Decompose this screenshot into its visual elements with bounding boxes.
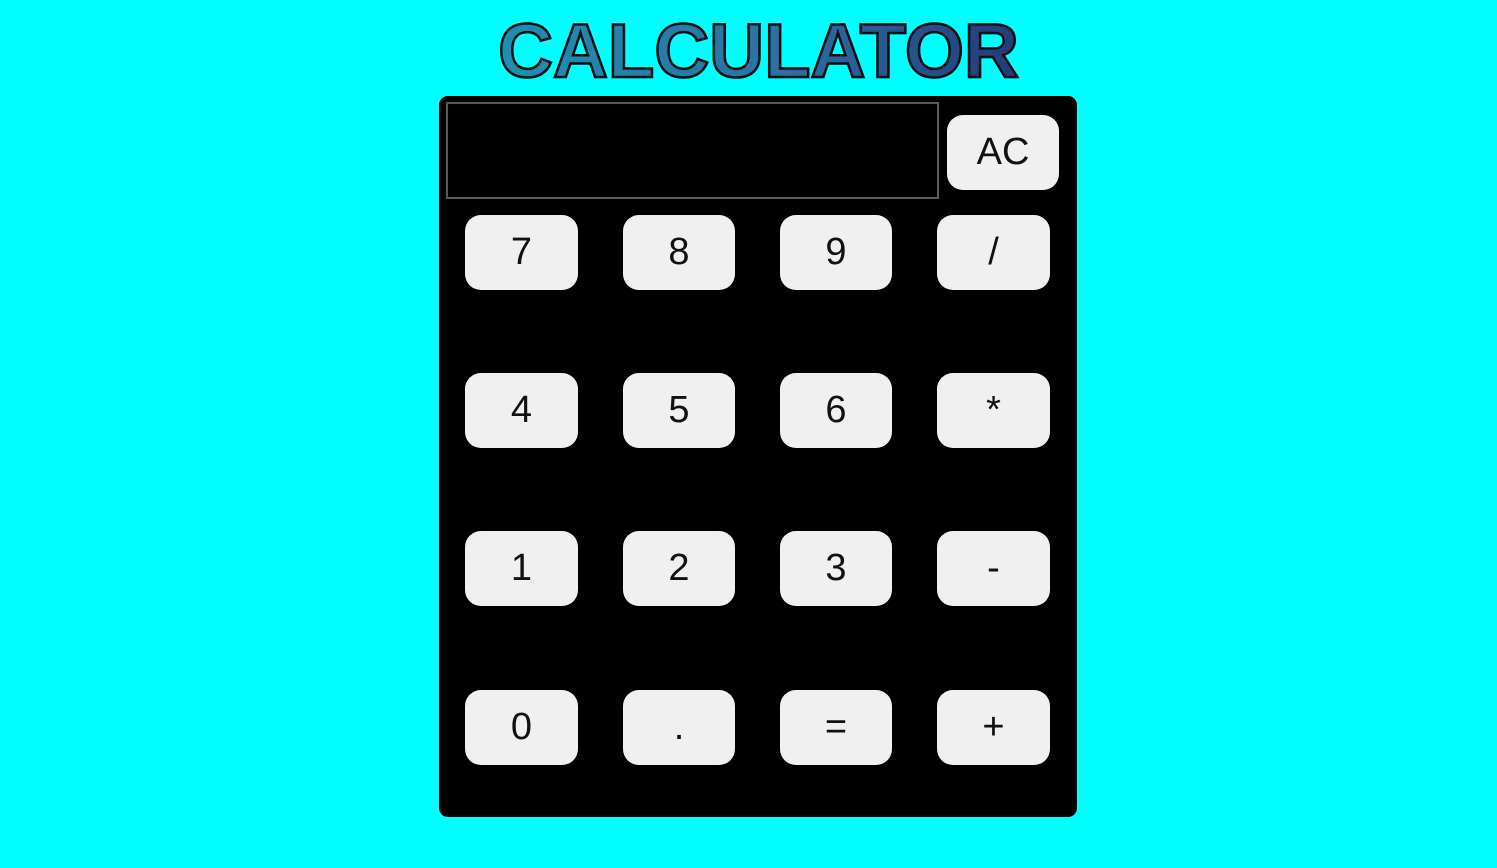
digit-4-button[interactable]: 4 [465, 373, 578, 448]
calculator-display[interactable] [446, 102, 939, 199]
divide-button[interactable]: / [937, 215, 1050, 290]
page-title: CALCULATOR [497, 8, 1020, 95]
digit-2-button[interactable]: 2 [623, 531, 735, 606]
equals-button[interactable]: = [780, 690, 892, 765]
digit-8-button[interactable]: 8 [623, 215, 735, 290]
digit-1-button[interactable]: 1 [465, 531, 578, 606]
title-container: CALCULATOR [0, 8, 1497, 95]
digit-3-button[interactable]: 3 [780, 531, 892, 606]
digit-7-button[interactable]: 7 [465, 215, 578, 290]
calculator-body: AC 7 8 9 / 4 5 6 * 1 2 3 - 0 . = + [439, 96, 1077, 817]
add-button[interactable]: + [937, 690, 1050, 765]
subtract-button[interactable]: - [937, 531, 1050, 606]
digit-6-button[interactable]: 6 [780, 373, 892, 448]
digit-5-button[interactable]: 5 [623, 373, 735, 448]
clear-button[interactable]: AC [947, 115, 1059, 190]
decimal-point-button[interactable]: . [623, 690, 735, 765]
multiply-button[interactable]: * [937, 373, 1050, 448]
digit-9-button[interactable]: 9 [780, 215, 892, 290]
digit-0-button[interactable]: 0 [465, 690, 578, 765]
